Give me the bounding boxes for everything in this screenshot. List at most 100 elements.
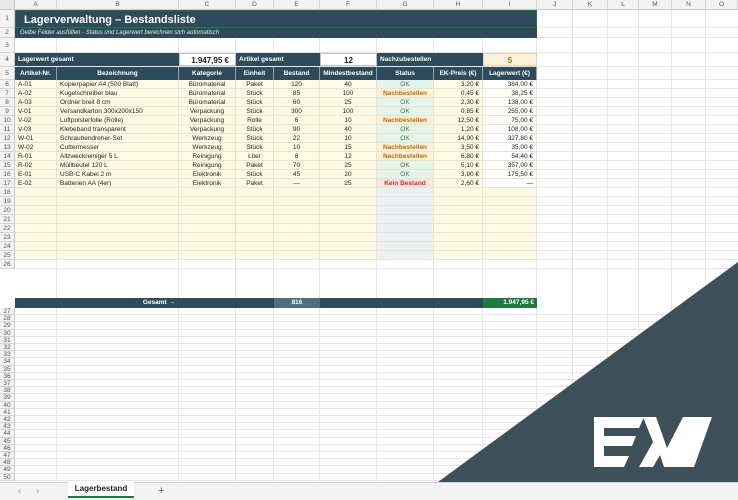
cell-nr[interactable]: W-02 xyxy=(15,143,57,152)
empty-cell[interactable] xyxy=(236,224,274,233)
empty-cell[interactable] xyxy=(320,233,377,242)
cell-value[interactable]: 175,50 € xyxy=(483,170,537,179)
cell-stock[interactable]: 300 xyxy=(274,107,320,116)
empty-cell[interactable] xyxy=(483,233,537,242)
cell-min[interactable]: 10 xyxy=(320,134,377,143)
column-header-o[interactable]: O xyxy=(706,0,738,10)
empty-cell[interactable] xyxy=(483,215,537,224)
empty-cell[interactable] xyxy=(57,206,179,215)
cell-name[interactable]: Luftpolsterfolie (Rolle) xyxy=(57,116,179,125)
column-header-g[interactable]: G xyxy=(377,0,434,10)
cell-cat[interactable]: Büromaterial xyxy=(179,89,236,98)
row-header-50[interactable]: 50 xyxy=(0,473,15,481)
cell-value[interactable]: — xyxy=(483,179,537,188)
empty-cell[interactable] xyxy=(483,188,537,197)
cell-unit[interactable]: Stück xyxy=(236,89,274,98)
prev-sheet-button[interactable]: ‹ xyxy=(18,486,21,497)
empty-cell[interactable] xyxy=(15,188,57,197)
cell-cat[interactable]: Elektronik xyxy=(179,170,236,179)
row-header-43[interactable]: 43 xyxy=(0,423,15,431)
row-header-32[interactable]: 32 xyxy=(0,344,15,352)
empty-cell[interactable] xyxy=(179,215,236,224)
row-header-34[interactable]: 34 xyxy=(0,358,15,366)
cell-name[interactable]: Versandkarton 300x200x150 xyxy=(57,107,179,116)
row-header-20[interactable]: 20 xyxy=(0,206,15,215)
cell-nr[interactable]: V-02 xyxy=(15,116,57,125)
cell-price[interactable]: 1,20 € xyxy=(434,125,483,134)
row-header-24[interactable]: 24 xyxy=(0,242,15,251)
cell-price[interactable]: 14,90 € xyxy=(434,134,483,143)
cell-stock[interactable]: 90 xyxy=(274,125,320,134)
cell-price[interactable]: 2,30 € xyxy=(434,98,483,107)
cell-nr[interactable]: E-02 xyxy=(15,179,57,188)
row-header-42[interactable]: 42 xyxy=(0,416,15,424)
cell-stock[interactable]: 70 xyxy=(274,161,320,170)
empty-cell[interactable] xyxy=(274,206,320,215)
summary-lagerwert-value[interactable]: 1.947,95 € xyxy=(179,53,236,66)
cell-cat[interactable]: Büromaterial xyxy=(179,80,236,89)
empty-cell[interactable] xyxy=(434,197,483,206)
row-header-9[interactable]: 9 xyxy=(0,107,15,116)
empty-cell[interactable] xyxy=(320,197,377,206)
cell-status[interactable]: Kein Bestand xyxy=(377,179,434,188)
row-header-29[interactable]: 29 xyxy=(0,322,15,330)
cell-price[interactable]: 0,85 € xyxy=(434,107,483,116)
column-header-m[interactable]: M xyxy=(639,0,672,10)
empty-cell[interactable] xyxy=(434,224,483,233)
empty-cell[interactable] xyxy=(15,251,57,260)
row-header-31[interactable]: 31 xyxy=(0,336,15,344)
column-header-l[interactable]: L xyxy=(608,0,639,10)
cell-name[interactable]: Schraubendreher-Set xyxy=(57,134,179,143)
cell-stock[interactable]: 10 xyxy=(274,143,320,152)
cell-min[interactable]: 25 xyxy=(320,161,377,170)
empty-cell[interactable] xyxy=(377,224,434,233)
cell-min[interactable]: 100 xyxy=(320,89,377,98)
cell-cat[interactable]: Werkzeug xyxy=(179,143,236,152)
cell-name[interactable]: Kopierpapier A4 (500 Blatt) xyxy=(57,80,179,89)
cell-status[interactable]: OK xyxy=(377,125,434,134)
cell-value[interactable]: 255,00 € xyxy=(483,107,537,116)
row-header-36[interactable]: 36 xyxy=(0,372,15,380)
cell-status[interactable]: Nachbestellen xyxy=(377,152,434,161)
cell-min[interactable]: 25 xyxy=(320,179,377,188)
empty-cell[interactable] xyxy=(274,215,320,224)
row-header-41[interactable]: 41 xyxy=(0,408,15,416)
cell-cat[interactable]: Verpackung xyxy=(179,107,236,116)
cell-status[interactable]: OK xyxy=(377,107,434,116)
row-header-7[interactable]: 7 xyxy=(0,89,15,98)
cell-value[interactable]: 35,00 € xyxy=(483,143,537,152)
empty-cell[interactable] xyxy=(15,197,57,206)
row-header-40[interactable]: 40 xyxy=(0,401,15,409)
cell-name[interactable]: Kugelschreiber blau xyxy=(57,89,179,98)
row-header-10[interactable]: 10 xyxy=(0,116,15,125)
row-header-16[interactable]: 16 xyxy=(0,170,15,179)
cell-name[interactable]: Ordner breit 8 cm xyxy=(57,98,179,107)
row-header-27[interactable]: 27 xyxy=(0,308,15,316)
cell-value[interactable]: 138,00 € xyxy=(483,98,537,107)
row-header-8[interactable]: 8 xyxy=(0,98,15,107)
cell-price[interactable]: 6,80 € xyxy=(434,152,483,161)
row-header-49[interactable]: 49 xyxy=(0,466,15,474)
summary-nach-value[interactable]: 5 xyxy=(483,53,537,66)
empty-cell[interactable] xyxy=(179,224,236,233)
cell-price[interactable]: 2,60 € xyxy=(434,179,483,188)
row-header-11[interactable]: 11 xyxy=(0,125,15,134)
empty-cell[interactable] xyxy=(236,197,274,206)
summary-artikel-value[interactable]: 12 xyxy=(320,53,377,66)
empty-cell[interactable] xyxy=(320,224,377,233)
row-header-17[interactable]: 17 xyxy=(0,179,15,188)
empty-cell[interactable] xyxy=(179,197,236,206)
empty-cell[interactable] xyxy=(434,242,483,251)
empty-cell[interactable] xyxy=(377,188,434,197)
cell-unit[interactable]: Stück xyxy=(236,170,274,179)
empty-cell[interactable] xyxy=(274,188,320,197)
column-header-i[interactable]: I xyxy=(483,0,537,10)
cell-status[interactable]: Nachbestellen xyxy=(377,143,434,152)
empty-cell[interactable] xyxy=(274,224,320,233)
cell-name[interactable]: Cuttermesser xyxy=(57,143,179,152)
empty-cell[interactable] xyxy=(236,251,274,260)
cell-status[interactable]: OK xyxy=(377,98,434,107)
cell-stock[interactable]: 45 xyxy=(274,170,320,179)
row-header-12[interactable]: 12 xyxy=(0,134,15,143)
row-header-14[interactable]: 14 xyxy=(0,152,15,161)
